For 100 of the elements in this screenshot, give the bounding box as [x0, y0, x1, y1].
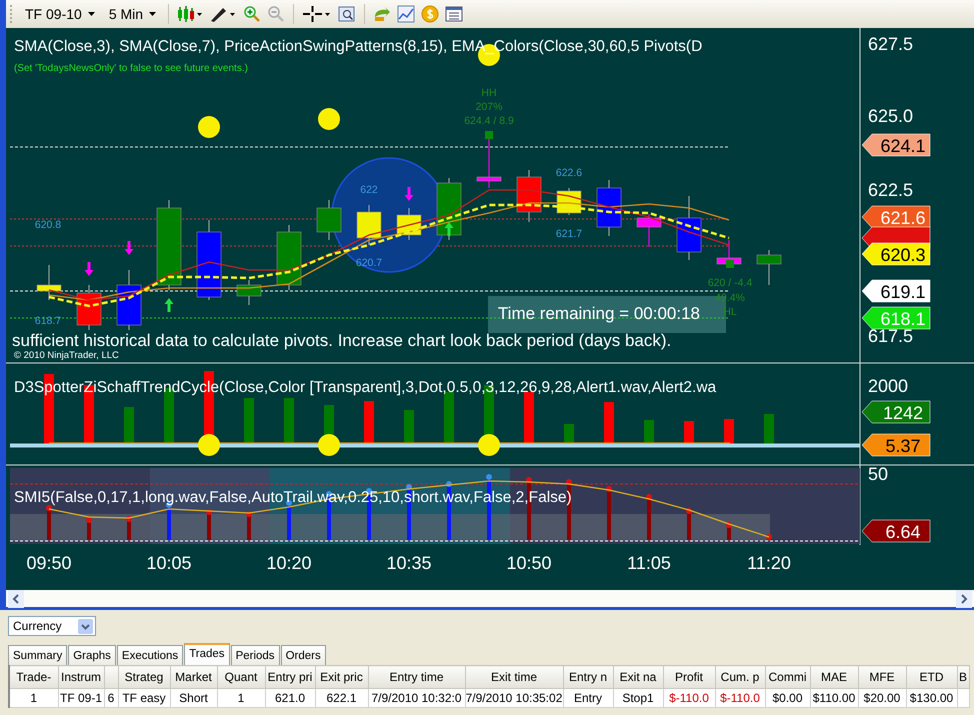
column-header[interactable]: Exit pric: [315, 666, 368, 688]
table-cell: Short: [170, 688, 217, 708]
tab[interactable]: Graphs: [68, 645, 116, 665]
price-label: 207%: [476, 101, 502, 113]
swing-marker: [726, 260, 734, 268]
histogram-bar: [364, 401, 374, 445]
signal-arrow: [164, 298, 174, 312]
copyright-text: © 2010 NinjaTrader, LLC: [14, 350, 119, 361]
column-header[interactable]: Exit time: [465, 666, 563, 688]
tab[interactable]: Periods: [230, 645, 280, 665]
price-label: 621.7: [556, 228, 582, 240]
column-header[interactable]: B: [957, 666, 969, 688]
candle: [596, 180, 622, 236]
oscillator-bar: [766, 534, 772, 540]
column-header[interactable]: MAE: [810, 666, 858, 688]
column-header[interactable]: ETD: [906, 666, 957, 688]
marker-dot: [198, 116, 220, 138]
column-header[interactable]: Entry pri: [265, 666, 315, 688]
scroll-right-icon[interactable]: [956, 590, 972, 608]
column-header[interactable]: MFE: [858, 666, 906, 688]
column-header[interactable]: Exit na: [613, 666, 663, 688]
candle: [636, 214, 662, 248]
coin-icon[interactable]: [421, 5, 440, 23]
interval-dropdown[interactable]: 5 Min: [104, 6, 160, 22]
swing-marker: [485, 131, 493, 139]
marker-dot: [318, 434, 340, 456]
tab[interactable]: Trades: [184, 643, 230, 665]
horizontal-scrollbar[interactable]: [0, 590, 974, 610]
column-header[interactable]: Profit: [663, 666, 715, 688]
marker-dot: [318, 108, 340, 130]
candle: [116, 270, 142, 330]
time-label: 09:50: [26, 553, 72, 573]
price-tag: 618.1: [862, 306, 930, 330]
column-header[interactable]: Commi: [765, 666, 810, 688]
table-cell: $-110.0: [663, 688, 715, 708]
histogram-bar: [244, 398, 254, 445]
table-cell: 621.0: [265, 688, 315, 708]
column-header[interactable]: Strateg: [118, 666, 170, 688]
pen-icon[interactable]: [209, 5, 238, 23]
axis-label: 622.5: [868, 180, 914, 200]
tab[interactable]: Executions: [116, 645, 184, 665]
oscillator-bar: [646, 494, 652, 540]
timer-text: Time remaining = 00:00:18: [498, 304, 700, 323]
histogram-bar: [764, 414, 774, 445]
signal-arrow: [124, 241, 134, 255]
oscillator-bar: [206, 509, 212, 540]
time-label: 10:20: [266, 553, 312, 573]
instrument-dropdown[interactable]: TF 09-10: [21, 6, 99, 22]
pivot-message: sufficient historical data to calculate pivots. Increase chart look back period (days back).: [12, 331, 672, 350]
scroll-left-icon[interactable]: [8, 590, 24, 608]
table-cell: 6: [104, 688, 118, 708]
chart-icon[interactable]: [397, 5, 416, 23]
list-icon[interactable]: [445, 5, 464, 23]
histogram-bar: [684, 421, 694, 445]
caret-icon: [88, 12, 95, 16]
properties-icon[interactable]: [338, 5, 356, 23]
marker-dot: [198, 434, 220, 456]
table-cell: 1: [9, 688, 58, 708]
table-cell: $110.00: [810, 688, 858, 708]
candle: [676, 196, 702, 260]
caret-icon: [149, 12, 156, 16]
candlestick-icon[interactable]: [177, 5, 204, 23]
tab[interactable]: Orders: [280, 645, 326, 665]
strategy-icon[interactable]: [373, 5, 392, 23]
candle: [76, 284, 102, 330]
column-header[interactable]: Cum. p: [715, 666, 765, 688]
histogram-bar: [644, 420, 654, 445]
news-note: (Set 'TodaysNewsOnly' to false to see future events.): [14, 63, 248, 74]
crosshair-icon[interactable]: [302, 5, 332, 23]
column-header[interactable]: Trade-: [9, 666, 58, 688]
oscillator-bar: [86, 517, 92, 540]
column-header[interactable]: Entry time: [368, 666, 465, 688]
signal-arrow: [404, 187, 414, 201]
oscillator-bar: [126, 516, 132, 540]
candle: [316, 200, 342, 240]
histogram-bar: [124, 407, 134, 445]
axis-label: 625.0: [868, 106, 914, 126]
candle: [356, 204, 382, 246]
candle: [36, 264, 62, 300]
zoom-in-icon[interactable]: [243, 5, 262, 23]
histogram-bar: [404, 410, 414, 445]
candle: [396, 208, 422, 240]
value-tag: 5.37: [862, 434, 930, 456]
signal-arrow: [444, 222, 454, 236]
time-label: 10:35: [386, 553, 432, 573]
signal-arrow: [84, 262, 94, 276]
column-header[interactable]: Instrum: [58, 666, 104, 688]
table-cell: 7/9/2010 10:35:02: [465, 688, 563, 708]
tab[interactable]: Summary: [8, 645, 68, 665]
table-cell: 1: [217, 688, 265, 708]
axis-label: 50: [868, 464, 888, 484]
price-label: 620.8: [34, 219, 62, 231]
axis-label: 627.5: [868, 34, 914, 54]
column-header[interactable]: Entry n: [563, 666, 613, 688]
column-header[interactable]: Quant: [217, 666, 265, 688]
unit-dropdown[interactable]: Currency: [8, 616, 96, 636]
table-cell: Entry: [563, 688, 613, 708]
table-cell: 7/9/2010 10:32:0: [368, 688, 465, 708]
column-header[interactable]: Market: [170, 666, 217, 688]
table-cell: $20.00: [858, 688, 906, 708]
